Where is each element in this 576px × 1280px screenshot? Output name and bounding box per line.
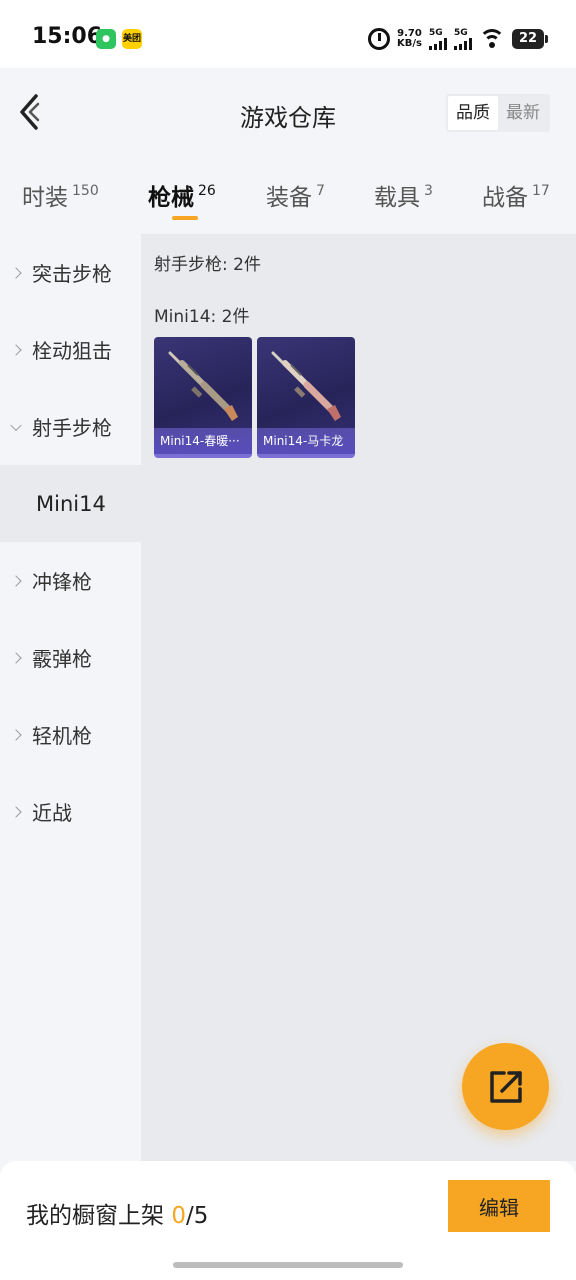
header: 游戏仓库 品质 最新 — [0, 68, 576, 158]
battery-icon: 22 — [512, 29, 548, 49]
item-card[interactable]: Mini14-春暖··· — [154, 337, 252, 458]
sidebar-item-lmg[interactable]: 轻机枪 — [0, 696, 141, 773]
sidebar-item-label: 近战 — [32, 801, 72, 825]
item-name: Mini14-马卡龙 — [257, 428, 355, 454]
sort-newest-button[interactable]: 最新 — [498, 96, 548, 130]
sidebar-item-melee[interactable]: 近战 — [0, 773, 141, 850]
category-tabs: 时装 150 枪械 26 装备 7 载具 3 战备 17 — [0, 158, 576, 234]
subgroup-title: Mini14: 2件 — [154, 307, 250, 327]
chevron-right-icon — [10, 651, 22, 664]
signal-label-2: 5G — [454, 27, 468, 38]
edit-button[interactable]: 编辑 — [448, 1180, 550, 1232]
rifle-icon — [271, 351, 341, 421]
showcase-label: 我的橱窗上架 — [26, 1203, 164, 1229]
tab-count: 17 — [532, 183, 550, 199]
share-fab-button[interactable] — [462, 1043, 549, 1130]
net-speed: 9.70 KB/s — [397, 29, 422, 49]
sidebar-subitem-mini14[interactable]: Mini14 — [0, 465, 141, 542]
status-bar: 15:06 ● 美团 9.70 KB/s 5G 5G 22 — [0, 0, 576, 68]
tab-equipment[interactable]: 装备 7 — [266, 178, 325, 212]
sidebar: 突击步枪 栓动狙击 射手步枪 Mini14 冲锋枪 霰弹枪 轻机枪 近战 — [0, 234, 141, 1161]
tab-firearms[interactable]: 枪械 26 — [148, 178, 216, 212]
sidebar-item-label: 霰弹枪 — [32, 647, 92, 671]
chevron-right-icon — [10, 728, 22, 741]
group-title: 射手步枪: 2件 — [154, 255, 261, 275]
status-indicators: 9.70 KB/s 5G 5G 22 — [368, 24, 548, 54]
sidebar-item-label: 突击步枪 — [32, 262, 112, 286]
tab-label: 载具 — [374, 185, 420, 211]
chevron-right-icon — [10, 266, 22, 279]
rifle-icon — [168, 351, 238, 421]
sidebar-item-label: 轻机枪 — [32, 724, 92, 748]
sidebar-item-smg[interactable]: 冲锋枪 — [0, 542, 141, 619]
tab-vehicles[interactable]: 载具 3 — [374, 178, 433, 212]
wifi-icon — [479, 29, 505, 49]
signal-label-1: 5G — [429, 27, 443, 38]
sidebar-item-bolt-sniper[interactable]: 栓动狙击 — [0, 311, 141, 388]
chevron-right-icon — [10, 805, 22, 818]
bottom-bar: 我的橱窗上架 0/5 编辑 — [0, 1161, 576, 1280]
tab-count: 150 — [72, 183, 99, 199]
tab-count: 3 — [424, 183, 433, 199]
tab-label: 战备 — [482, 185, 528, 211]
sidebar-item-label: 冲锋枪 — [32, 570, 92, 594]
home-indicator[interactable] — [173, 1262, 403, 1268]
net-speed-unit: KB/s — [397, 38, 422, 49]
sidebar-item-shotgun[interactable]: 霰弹枪 — [0, 619, 141, 696]
tab-supplies[interactable]: 战备 17 — [482, 178, 550, 212]
chevron-right-icon — [10, 574, 22, 587]
meituan-icon: 美团 — [122, 29, 142, 49]
tab-label: 装备 — [266, 185, 312, 211]
chevron-right-icon — [10, 343, 22, 356]
sidebar-item-label: Mini14 — [36, 491, 106, 516]
tab-fashion[interactable]: 时装 150 — [22, 178, 99, 212]
sidebar-item-label: 射手步枪 — [32, 416, 112, 440]
showcase-count: 0 — [171, 1203, 186, 1229]
tab-count: 7 — [316, 183, 325, 199]
sort-quality-button[interactable]: 品质 — [448, 96, 498, 130]
external-link-icon — [490, 1071, 522, 1103]
status-time: 15:06 — [32, 24, 103, 49]
active-tab-indicator — [172, 216, 198, 220]
sidebar-item-label: 栓动狙击 — [32, 339, 112, 363]
tab-label: 枪械 — [148, 185, 194, 211]
showcase-total: /5 — [185, 1203, 209, 1229]
tab-label: 时装 — [22, 185, 68, 211]
alarm-icon — [368, 28, 391, 50]
showcase-status: 我的橱窗上架 0/5 — [26, 1196, 208, 1230]
signal-icon: 5G — [429, 27, 447, 50]
item-name: Mini14-春暖··· — [154, 428, 252, 454]
chevron-down-icon — [10, 419, 22, 431]
tab-count: 26 — [198, 183, 216, 199]
sort-toggle: 品质 最新 — [446, 94, 550, 132]
sidebar-item-assault-rifle[interactable]: 突击步枪 — [0, 234, 141, 311]
wechat-icon: ● — [96, 29, 116, 49]
content-area: 射手步枪: 2件 Mini14: 2件 Mini14-春暖··· Mini14-… — [141, 234, 576, 1161]
sidebar-item-marksman-rifle[interactable]: 射手步枪 — [0, 388, 141, 465]
signal-icon-2: 5G — [454, 27, 472, 50]
item-card[interactable]: Mini14-马卡龙 — [257, 337, 355, 458]
